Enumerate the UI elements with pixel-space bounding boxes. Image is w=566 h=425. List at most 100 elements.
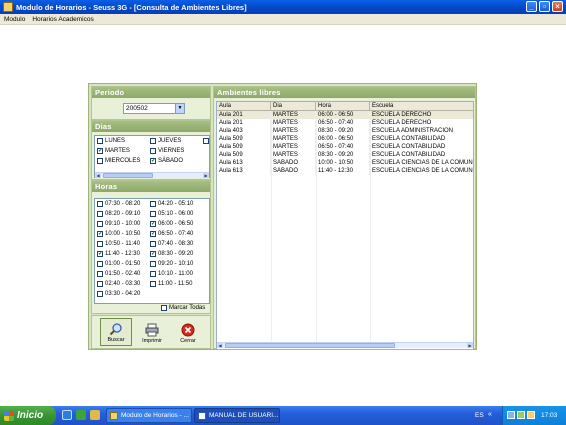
checkbox[interactable] [97, 158, 103, 164]
hora-item[interactable]: ✓ 06:50 - 07:40 [150, 231, 193, 237]
hora-item[interactable]: 09:20 - 10:10 [150, 261, 193, 267]
taskbar: Inicio Modulo de Horarios - ... MANUAL D… [0, 406, 566, 425]
clock[interactable]: 17:03 [541, 412, 557, 419]
imprimir-button[interactable]: Imprimir [136, 318, 168, 346]
app-icon [110, 411, 118, 420]
dia-hidden[interactable] [203, 138, 211, 144]
cerrar-button[interactable]: Cerrar [172, 318, 204, 346]
table-row[interactable]: Aula 403 MARTES 08:30 - 09:20 ESCUELA ADMIN… [217, 127, 473, 135]
printer-icon [145, 323, 159, 337]
start-button[interactable]: Inicio [0, 406, 56, 425]
checkbox[interactable] [150, 148, 156, 154]
hora-item[interactable]: ✓ 11:40 - 12:30 [97, 251, 140, 257]
dia-viernes[interactable]: VIERNES [150, 148, 184, 154]
dia-jueves[interactable]: JUEVES [150, 138, 181, 144]
menu-horarios-academicos[interactable]: Horarios Academicos [32, 16, 93, 23]
periodo-panel: Periodo 200502 ▼ [91, 86, 211, 120]
ambientes-header: Ambientes libres [214, 87, 475, 98]
table-row[interactable]: Aula 509 MARTES 08:30 - 09:20 ESCUELA CONTA… [217, 151, 473, 159]
hora-item[interactable]: ✓ 08:30 - 09:20 [150, 251, 193, 257]
hora-item[interactable]: 08:20 - 09:10 [97, 211, 140, 217]
consulta-ambientes-dialog: Periodo 200502 ▼ Dias LUNES JUEVES ✓ MART… [88, 83, 477, 350]
task-modulo-horarios[interactable]: Modulo de Horarios - ... [106, 408, 192, 423]
hora-item[interactable]: 01:50 - 02:40 [97, 271, 140, 277]
menu-bar: Modulo Horarios Academicos [0, 14, 566, 25]
scroll-thumb[interactable] [103, 173, 153, 178]
network-icon[interactable] [507, 411, 515, 419]
table-header: Aula Dia Hora Escuela [217, 102, 473, 111]
dia-lunes[interactable]: LUNES [97, 138, 125, 144]
tray-app-icon[interactable] [517, 411, 525, 419]
hora-item[interactable]: 07:30 - 08:20 [97, 201, 140, 207]
hora-item[interactable]: 03:30 - 04:20 [97, 291, 140, 297]
dias-header: Dias [92, 121, 210, 132]
table-scrollbar[interactable]: ◀ ▶ [217, 342, 473, 348]
close-window-button[interactable]: × [552, 1, 563, 12]
system-tray: 17:03 [502, 406, 566, 425]
dias-list: LUNES JUEVES ✓ MARTES VIERNES MIERCOLES ✓… [94, 135, 210, 178]
scroll-thumb[interactable] [225, 343, 395, 348]
table-row[interactable]: Aula 201 MARTES 06:00 - 06:50 ESCUELA DEREC… [217, 111, 473, 119]
checkbox[interactable]: ✓ [97, 148, 103, 154]
dia-sabado[interactable]: ✓ SÁBADO [150, 158, 183, 164]
browser-icon[interactable] [62, 410, 72, 420]
periodo-select[interactable]: 200502 ▼ [123, 103, 185, 114]
ambientes-panel: Ambientes libres Aula Dia Hora Escuela A… [213, 86, 476, 350]
checkbox[interactable] [203, 138, 209, 144]
task-manual-usuario[interactable]: MANUAL DE USUARI... [194, 408, 280, 423]
column-escuela[interactable]: Escuela [370, 102, 473, 110]
horas-header: Horas [92, 181, 210, 192]
hora-item[interactable]: 01:00 - 01:50 [97, 261, 140, 267]
close-icon [181, 323, 195, 337]
window-title: Modulo de Horarios - Seuss 3G - [Consult… [16, 2, 247, 12]
table-row[interactable]: Aula 201 MARTES 06:50 - 07:40 ESCUELA DEREC… [217, 119, 473, 127]
column-dia[interactable]: Dia [271, 102, 316, 110]
hora-item[interactable]: 07:40 - 08:30 [150, 241, 193, 247]
document-icon [198, 411, 206, 420]
scroll-left-icon[interactable]: ◀ [95, 173, 101, 178]
title-bar: Modulo de Horarios - Seuss 3G - [Consult… [0, 0, 566, 14]
hora-item[interactable]: 11:00 - 11:50 [150, 281, 192, 287]
scroll-left-icon[interactable]: ◀ [217, 343, 223, 348]
hora-item[interactable]: 05:10 - 06:00 [150, 211, 193, 217]
dias-panel: Dias LUNES JUEVES ✓ MARTES VIERNES MIERCO… [91, 120, 211, 180]
checkbox[interactable]: ✓ [150, 158, 156, 164]
checkbox[interactable] [161, 305, 167, 311]
scroll-right-icon[interactable]: ▶ [203, 173, 209, 178]
dia-miercoles[interactable]: MIERCOLES [97, 158, 140, 164]
hora-item[interactable]: ✓ 10:00 - 10:50 [97, 231, 140, 237]
magnifier-icon [109, 323, 122, 336]
table-row[interactable]: Aula 613 SÁBADO 10:00 - 10:50 ESCUELA CIENC… [217, 159, 473, 167]
hora-item[interactable]: ✓ 06:00 - 06:50 [150, 221, 193, 227]
checkbox[interactable] [150, 138, 156, 144]
column-aula[interactable]: Aula [217, 102, 271, 110]
volume-icon[interactable] [527, 411, 535, 419]
dias-scrollbar[interactable]: ◀ ▶ [95, 172, 209, 178]
table-row[interactable]: Aula 613 SÁBADO 11:40 - 12:30 ESCUELA CIENC… [217, 167, 473, 175]
column-hora[interactable]: Hora [316, 102, 370, 110]
hora-item[interactable]: 04:20 - 05:10 [150, 201, 193, 207]
folder-icon[interactable] [90, 410, 100, 420]
chevron-down-icon[interactable]: ▼ [175, 104, 184, 113]
language-chevron-icon[interactable]: « [488, 411, 492, 418]
scroll-right-icon[interactable]: ▶ [467, 343, 473, 348]
table-row[interactable]: Aula 509 MARTES 06:00 - 06:50 ESCUELA CONTA… [217, 135, 473, 143]
marcar-todas-checkbox[interactable]: Marcar Todas [161, 305, 205, 311]
checkbox[interactable] [97, 138, 103, 144]
dia-martes[interactable]: ✓ MARTES [97, 148, 130, 154]
windows-flag-icon [4, 410, 14, 421]
language-indicator[interactable]: ES [475, 412, 484, 419]
hora-item[interactable]: 10:50 - 11:40 [97, 241, 140, 247]
hora-item[interactable]: 09:10 - 10:00 [97, 221, 140, 227]
app-icon [3, 2, 13, 12]
menu-modulo[interactable]: Modulo [4, 16, 25, 23]
table-row[interactable]: Aula 509 MARTES 06:50 - 07:40 ESCUELA CONTA… [217, 143, 473, 151]
media-icon[interactable] [76, 410, 86, 420]
restore-button[interactable]: ▫ [539, 1, 550, 12]
hora-item[interactable]: 10:10 - 11:00 [150, 271, 193, 277]
actions-panel: Buscar Imprimir Cerrar [91, 315, 211, 349]
hora-item[interactable]: 02:40 - 03:30 [97, 281, 140, 287]
horas-panel: Horas 07:30 - 08:20 04:20 - 05:10 08:20 … [91, 180, 211, 314]
buscar-button[interactable]: Buscar [100, 318, 132, 346]
minimize-button[interactable]: _ [526, 1, 537, 12]
